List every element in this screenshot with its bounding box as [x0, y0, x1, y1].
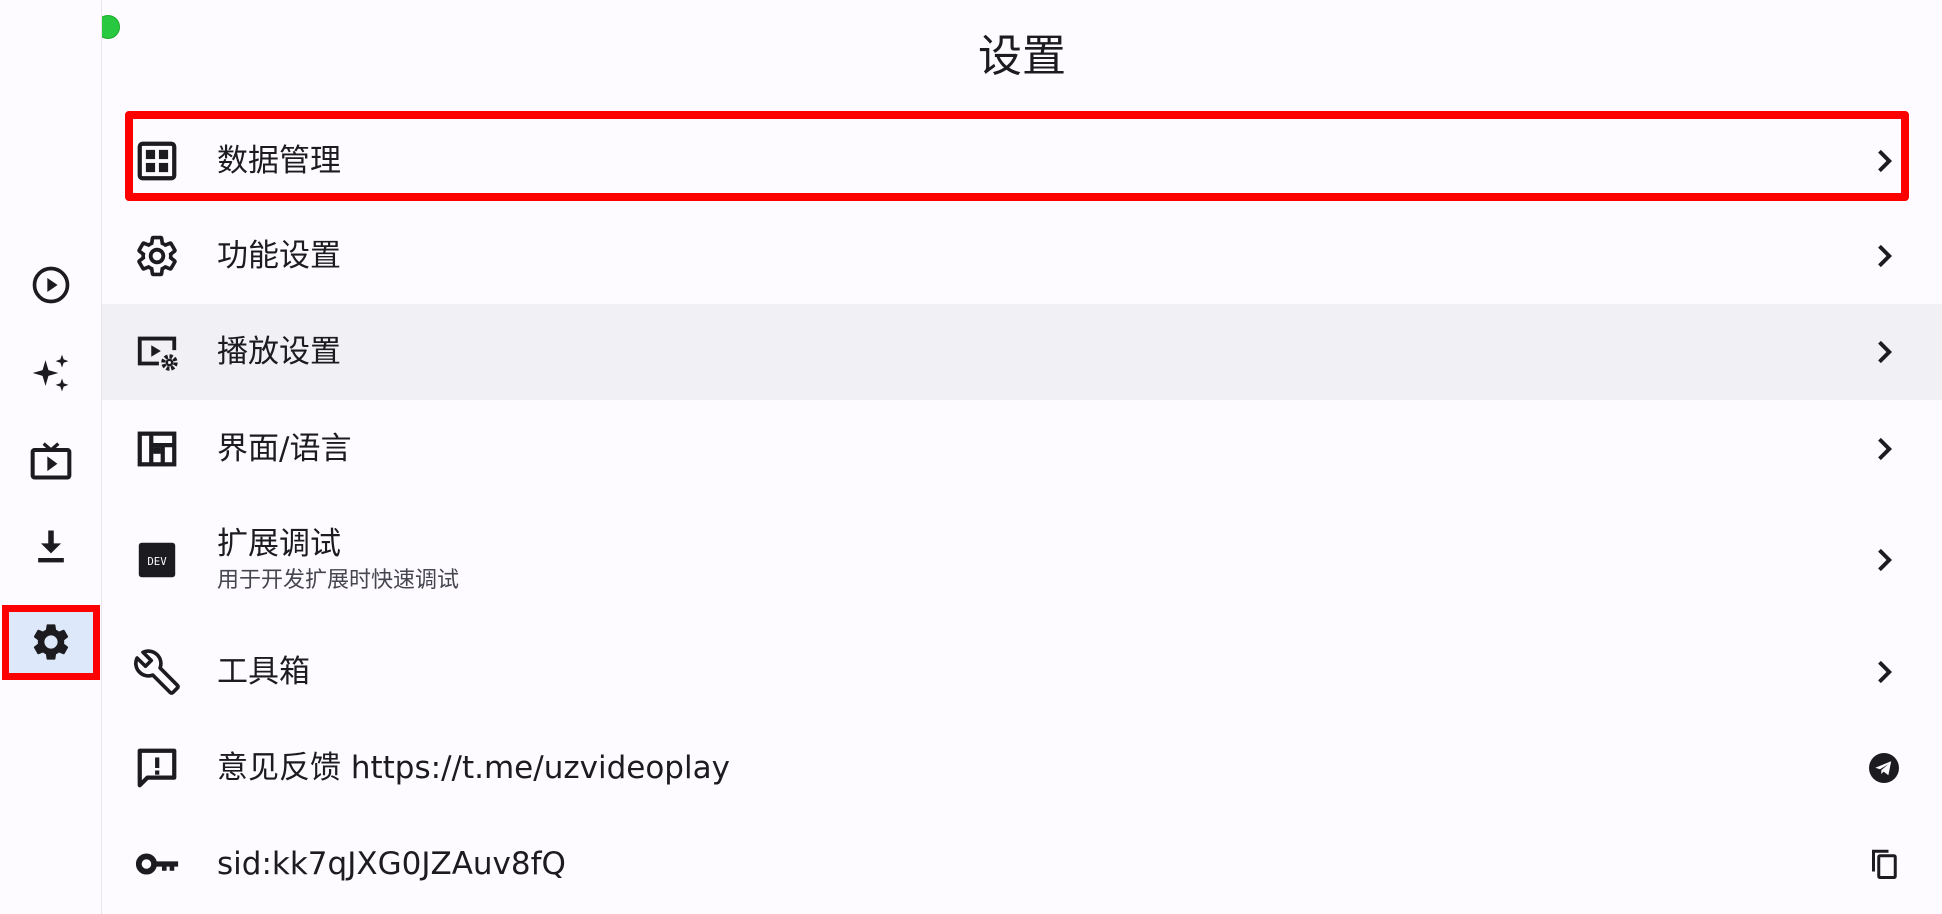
chevron-right-icon: [1866, 654, 1902, 690]
sparkles-icon: [32, 354, 68, 392]
settings-window: 设置 数据管理 功能设置 播放设置 界面/语言 DEV 扩展调试 用于开发扩展时…: [0, 0, 1942, 914]
rail-item-settings[interactable]: [5, 608, 96, 676]
grid-icon-wrap: [134, 138, 180, 184]
settings-row-label: 功能设置: [217, 237, 341, 274]
settings-row-label: 界面/语言: [217, 430, 352, 467]
settings-row-feature-settings[interactable]: 功能设置: [102, 217, 1942, 294]
dashboard-icon: [137, 431, 177, 466]
settings-row-data-management[interactable]: 数据管理: [102, 122, 1942, 199]
settings-row-label: 意见反馈 https://t.me/uzvideoplay: [217, 749, 730, 786]
wrench-icon: [134, 648, 180, 695]
grid-icon: [137, 141, 177, 180]
gear-icon: [137, 235, 177, 276]
dev-icon: DEV: [138, 542, 176, 578]
rail-item-live-tv[interactable]: [5, 427, 96, 495]
settings-row-playback-settings[interactable]: 播放设置: [102, 304, 1942, 400]
settings-row-feedback[interactable]: 意见反馈 https://t.me/uzvideoplay: [102, 729, 1942, 806]
copy-icon[interactable]: [1866, 846, 1902, 882]
settings-row-label: 扩展调试: [217, 526, 341, 562]
settings-row-toolbox[interactable]: 工具箱: [102, 633, 1942, 710]
settings-row-extension-debug[interactable]: DEV 扩展调试 用于开发扩展时快速调试: [102, 505, 1942, 615]
chevron-right-icon: [1866, 143, 1902, 179]
settings-row-label: 播放设置: [217, 334, 341, 370]
settings-row-label: 工具箱: [217, 653, 310, 690]
video-settings-icon: [137, 336, 178, 371]
settings-row-sid[interactable]: sid:kk7qJXG0JZAuv8fQ: [102, 825, 1942, 902]
settings-row-sublabel: 用于开发扩展时快速调试: [217, 568, 460, 593]
chevron-right-icon: [1866, 431, 1902, 467]
feedback-icon: [137, 748, 177, 787]
tv-play-icon: [30, 442, 71, 480]
navigation-rail: [0, 0, 102, 914]
rail-item-discover[interactable]: [5, 339, 96, 407]
telegram-icon[interactable]: [1866, 750, 1902, 786]
download-icon: [37, 530, 64, 563]
settings-row-label: sid:kk7qJXG0JZAuv8fQ: [217, 845, 566, 882]
chevron-right-icon: [1866, 238, 1902, 274]
rail-item-downloads[interactable]: [5, 513, 96, 581]
gear-icon: [33, 624, 68, 660]
key-icon: [135, 852, 179, 875]
chevron-right-icon: [1866, 542, 1902, 578]
settings-row-label: 数据管理: [217, 142, 341, 179]
page-title: 设置: [978, 31, 1066, 82]
rail-item-play[interactable]: [5, 251, 96, 319]
play-circle-icon: [32, 266, 69, 304]
settings-row-ui-language[interactable]: 界面/语言: [102, 410, 1942, 487]
chevron-right-icon: [1866, 334, 1902, 370]
svg-text:DEV: DEV: [147, 555, 167, 568]
